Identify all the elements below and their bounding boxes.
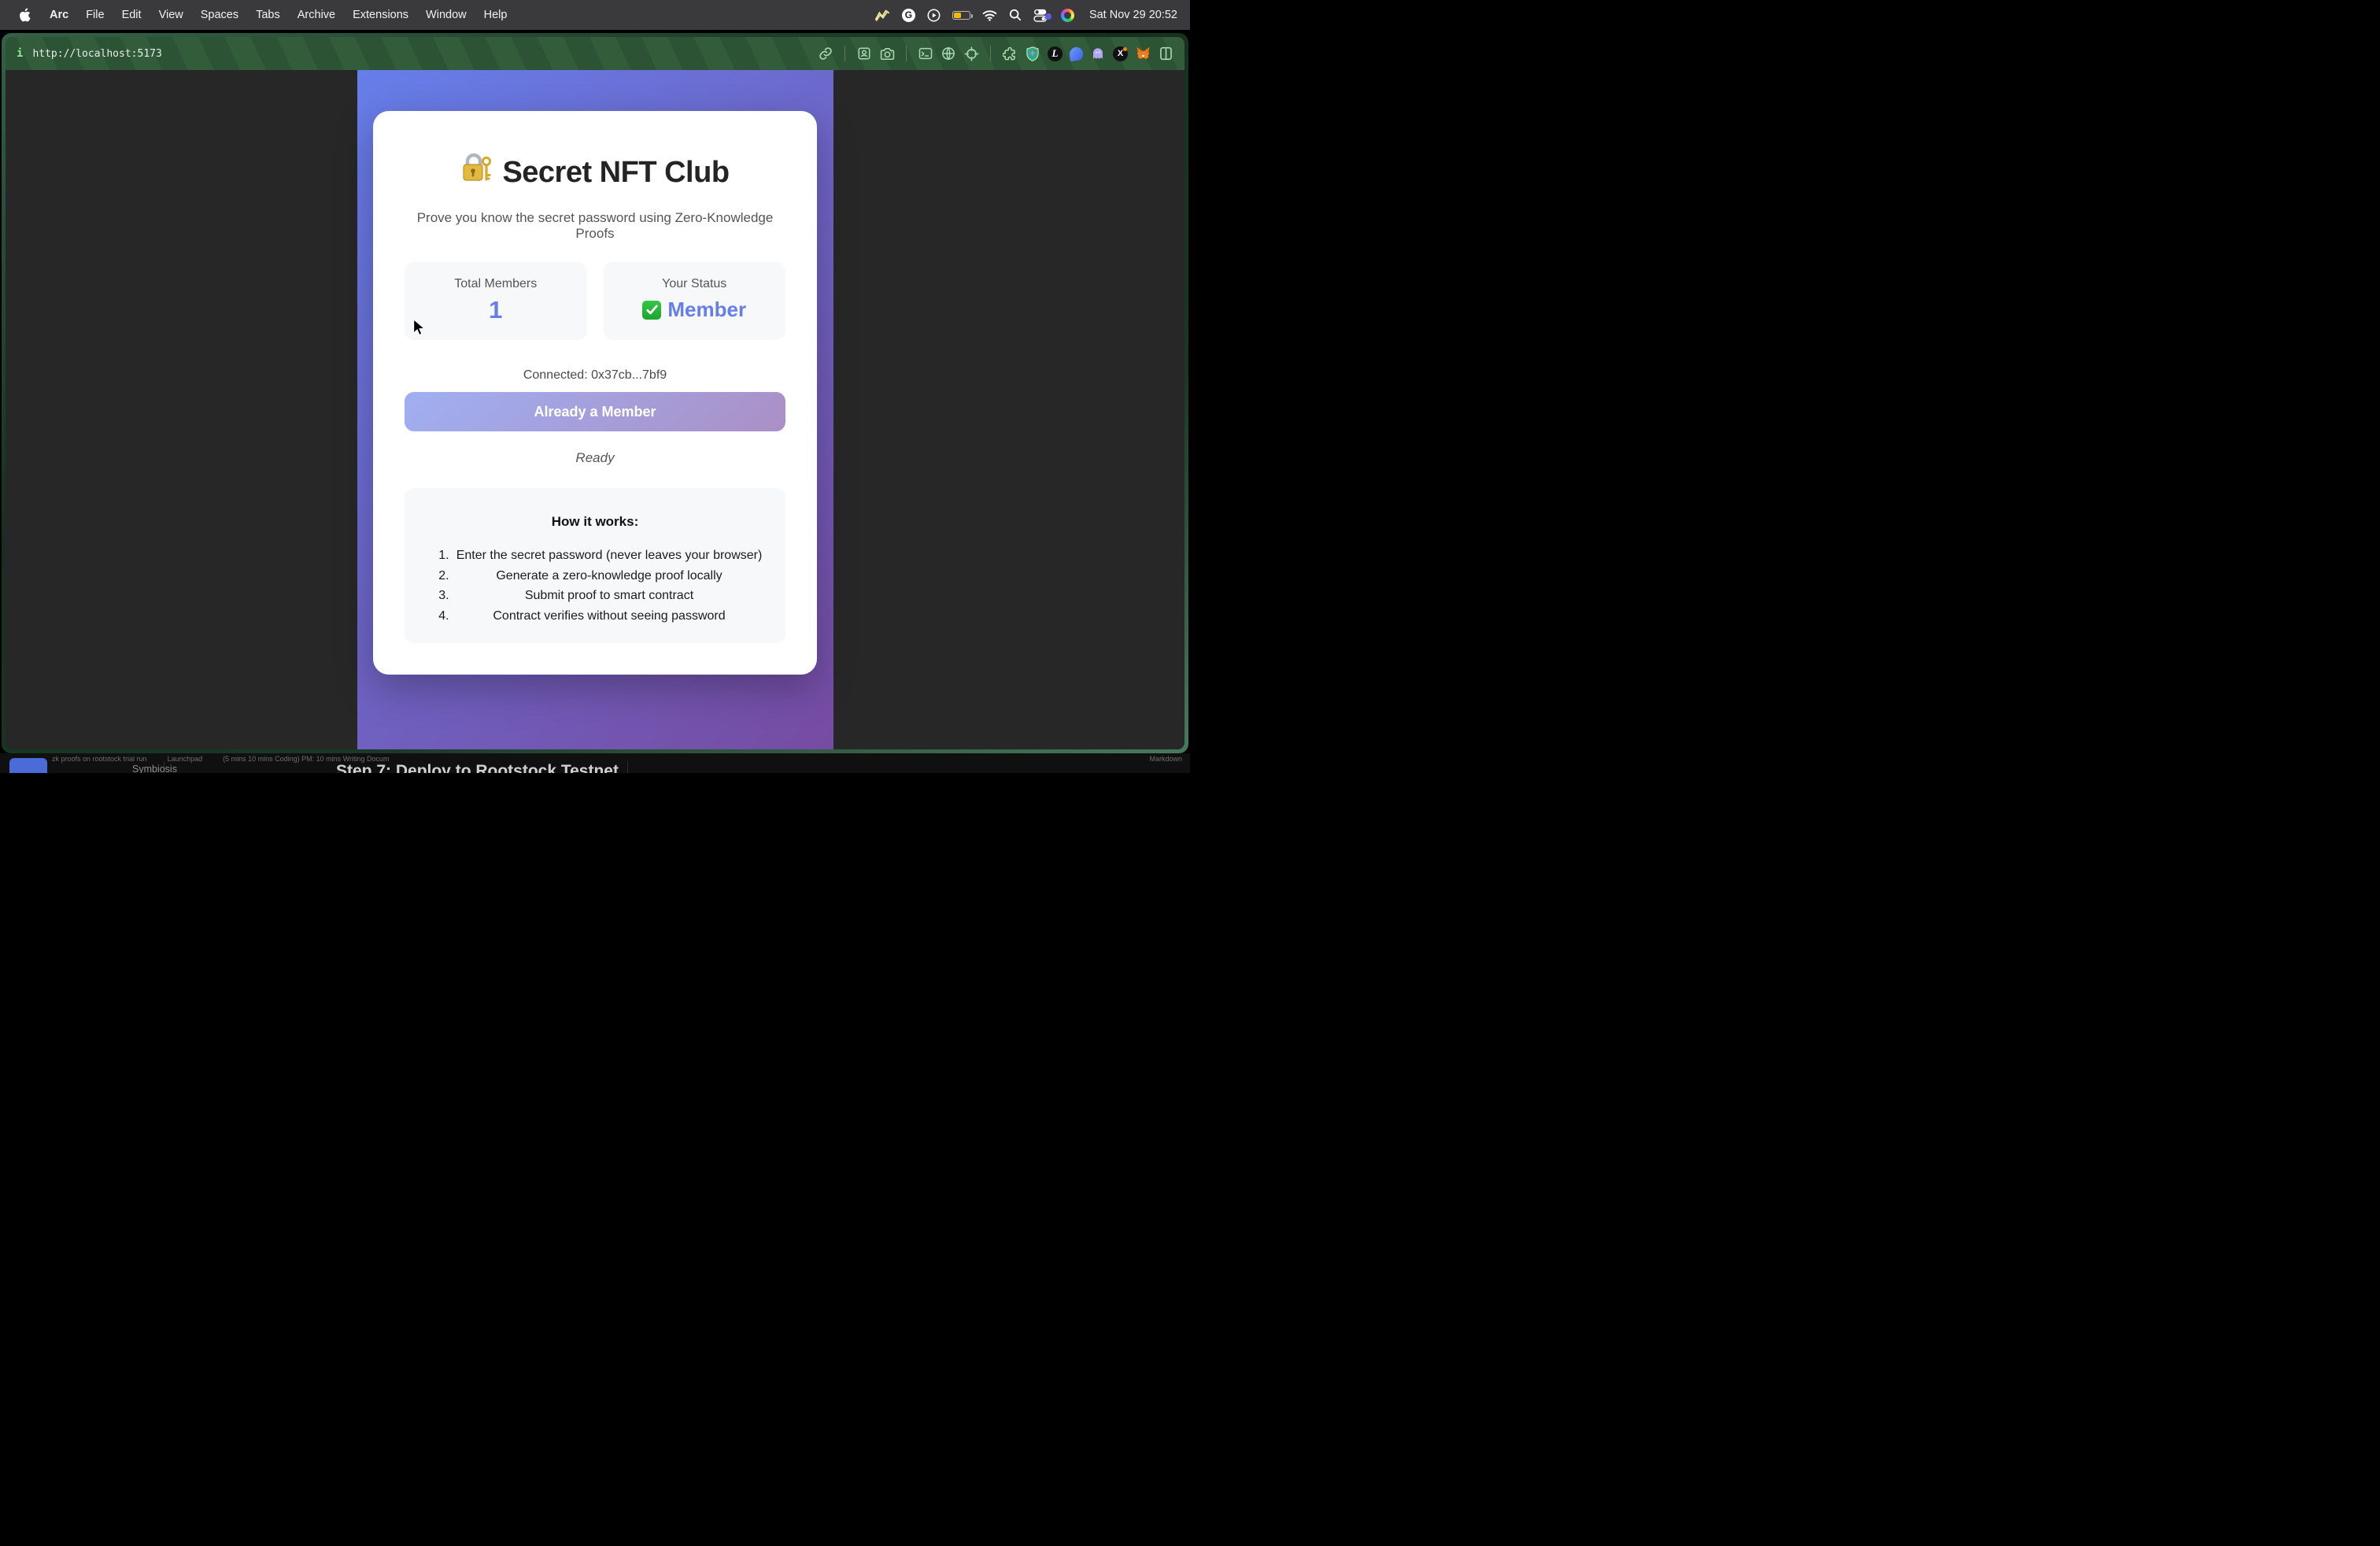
status-text: Ready — [405, 450, 785, 466]
background-window-sliver: zk proofs on rootstock trial run Launchp… — [0, 753, 1190, 773]
check-mark-icon — [642, 301, 661, 320]
your-status-label: Your Status — [604, 277, 786, 291]
wifi-icon[interactable] — [982, 7, 997, 23]
play-icon[interactable] — [927, 7, 941, 23]
shield-adguard-icon[interactable] — [1025, 46, 1040, 61]
how-it-works-title: How it works: — [424, 514, 766, 530]
how-it-works-list: Enter the secret password (never leaves … — [424, 546, 766, 626]
bluesky-icon[interactable] — [1069, 46, 1084, 61]
stocks-chart-icon[interactable] — [874, 7, 890, 23]
menu-extensions[interactable]: Extensions — [344, 9, 417, 21]
member-text: Member — [667, 298, 746, 322]
color-wheel-icon[interactable] — [1061, 9, 1074, 22]
stats-row: Total Members 1 Your Status Member — [405, 262, 785, 340]
background-tab-title: zk proofs on rootstock trial run — [52, 755, 147, 763]
total-members-label: Total Members — [405, 277, 587, 291]
spotlight-search-icon[interactable] — [1009, 7, 1022, 23]
menu-file[interactable]: File — [77, 9, 113, 21]
background-format-hint: Markdown — [1149, 755, 1182, 763]
terminal-icon[interactable] — [918, 46, 933, 61]
page-title-text: Secret NFT Club — [502, 156, 729, 190]
script-l-icon[interactable]: L — [1048, 46, 1062, 61]
extensions-puzzle-icon[interactable] — [1002, 46, 1018, 61]
menu-spaces[interactable]: Spaces — [192, 9, 247, 21]
how-step-3: Submit proof to smart contract — [453, 586, 766, 606]
menu-help[interactable]: Help — [475, 9, 516, 21]
toolbar-divider — [906, 46, 907, 61]
address-bar[interactable]: i http://localhost:5173 — [17, 47, 162, 60]
sliver-divider — [627, 761, 628, 773]
background-tab-pill[interactable] — [9, 758, 47, 773]
how-step-2: Generate a zero-knowledge proof locally — [453, 566, 766, 586]
your-status-card: Your Status Member — [604, 262, 786, 340]
menu-clock[interactable]: Sat Nov 29 20:52 — [1089, 9, 1177, 21]
browser-toolbar: i http://localhost:5173 — [6, 37, 1184, 70]
page-viewport: Secret NFT Club Prove you know the secre… — [6, 70, 1184, 749]
connected-address: Connected: 0x37cb...7bf9 — [405, 368, 785, 383]
x-app-icon[interactable]: X — [1113, 46, 1128, 61]
already-member-button[interactable]: Already a Member — [405, 392, 785, 431]
control-center-icon[interactable] — [1033, 7, 1049, 23]
page-subtitle: Prove you know the secret password using… — [405, 210, 785, 242]
background-app-hint: Launchpad — [168, 755, 203, 763]
menu-view[interactable]: View — [150, 9, 192, 21]
page-title: Secret NFT Club — [405, 152, 785, 193]
menu-app-name[interactable]: Arc — [41, 9, 77, 21]
how-it-works-box: How it works: Enter the secret password … — [405, 488, 785, 643]
battery-icon[interactable] — [952, 11, 970, 20]
screenshot-image-icon[interactable] — [856, 46, 872, 61]
app-card: Secret NFT Club Prove you know the secre… — [373, 111, 817, 675]
apple-menu-icon[interactable] — [13, 8, 36, 22]
camera-icon[interactable] — [879, 46, 895, 61]
focus-dot — [1045, 13, 1051, 20]
total-members-value: 1 — [405, 296, 587, 324]
background-doc-heading: Step 7: Deploy to Rootstock Testnet — [336, 762, 619, 773]
background-site-name: Symbiosis — [132, 764, 177, 773]
url-text[interactable]: http://localhost:5173 — [32, 48, 161, 60]
how-step-1: Enter the secret password (never leaves … — [453, 546, 766, 566]
mouse-cursor — [412, 318, 426, 341]
metamask-icon[interactable] — [1135, 46, 1151, 61]
site-info-icon[interactable]: i — [17, 47, 23, 60]
split-view-icon[interactable] — [1158, 46, 1173, 61]
menu-tabs[interactable]: Tabs — [247, 9, 289, 21]
menu-bar: Arc File Edit View Spaces Tabs Archive E… — [0, 0, 1190, 30]
menu-archive[interactable]: Archive — [289, 9, 344, 21]
target-icon[interactable] — [963, 46, 979, 61]
screen: Arc File Edit View Spaces Tabs Archive E… — [0, 0, 1190, 773]
ghost-icon[interactable] — [1090, 46, 1106, 61]
link-icon[interactable] — [818, 46, 833, 61]
globe-icon[interactable] — [941, 46, 956, 61]
menu-edit[interactable]: Edit — [113, 9, 150, 21]
browser-window: i http://localhost:5173 — [2, 33, 1188, 753]
your-status-value: Member — [604, 298, 786, 322]
grammarly-icon[interactable]: G — [902, 9, 915, 22]
total-members-card: Total Members 1 — [405, 262, 587, 340]
how-step-4: Contract verifies without seeing passwor… — [453, 606, 766, 627]
lock-key-icon — [460, 152, 492, 193]
toolbar-divider — [990, 46, 991, 61]
toolbar-divider — [844, 46, 845, 61]
menu-window[interactable]: Window — [417, 9, 475, 21]
gradient-background: Secret NFT Club Prove you know the secre… — [357, 70, 833, 749]
